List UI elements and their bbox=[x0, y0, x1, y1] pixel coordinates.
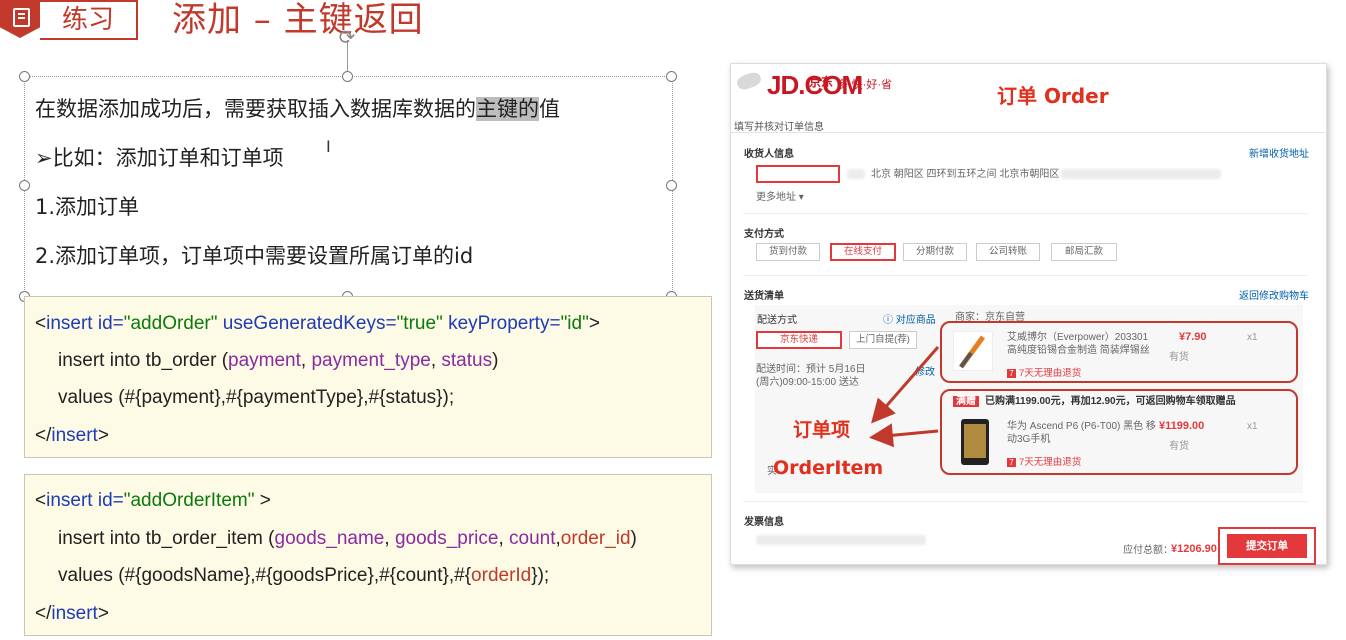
back-to-cart-link[interactable]: 返回修改购物车 bbox=[1239, 287, 1309, 302]
pay-option-installment[interactable]: 分期付款 bbox=[903, 243, 967, 261]
jd-dog-logo-icon bbox=[735, 70, 763, 92]
submit-order-button[interactable]: 提交订单 bbox=[1227, 534, 1307, 558]
item-stock-2: 有货 bbox=[1169, 441, 1189, 452]
code-block-add-order-item: <insert id="addOrderItem" > insert into … bbox=[24, 474, 712, 636]
rotate-handle-icon[interactable]: ⟳ bbox=[336, 26, 358, 48]
pay-option-online[interactable]: 在线支付 bbox=[830, 243, 896, 261]
item-qty-1: x1 bbox=[1247, 332, 1258, 343]
bullet-line-3: 1.添加订单 bbox=[35, 195, 140, 219]
return-policy-2: 7 7天无理由退货 bbox=[1007, 454, 1081, 468]
resize-handle-mr[interactable] bbox=[666, 180, 677, 191]
goods-link[interactable]: ⓘ 对应商品 bbox=[883, 311, 936, 326]
divider bbox=[743, 213, 1307, 214]
jd-page-title: 填写并核对订单信息 bbox=[734, 122, 824, 133]
total-label: 应付总额： bbox=[1123, 545, 1173, 556]
bullet-line-1-text: 在数据添加成功后，需要获取插入数据库数据的 bbox=[35, 97, 476, 121]
bullet-line-2: ➢比如：添加订单和订单项 bbox=[35, 146, 284, 170]
phone-image bbox=[955, 419, 995, 465]
highlighted-text: 主键的 bbox=[476, 97, 539, 121]
total-value: ¥1206.90 bbox=[1171, 543, 1217, 555]
blurred-address bbox=[1061, 169, 1221, 179]
code-line: <insert id="addOrderItem" > bbox=[35, 490, 271, 511]
payment-heading: 支付方式 bbox=[744, 229, 784, 240]
receiver-heading: 收货人信息 bbox=[744, 149, 794, 160]
jd-order-panel: 收货人信息 新增收货地址 北京 朝阳区 四环到五环之间 北京市朝阳区 更多地址 … bbox=[731, 132, 1325, 565]
shipping-heading: 送货清单 bbox=[744, 291, 784, 302]
code-line: insert into tb_order (payment, payment_t… bbox=[58, 350, 499, 371]
code-line: </insert> bbox=[35, 425, 109, 446]
promo-row: 满赠 已购满1199.00元，再加12.90元，可返回购物车领取赠品 bbox=[953, 395, 1236, 408]
receiver-selected[interactable] bbox=[756, 165, 840, 183]
return-icon: 7 bbox=[1007, 369, 1016, 378]
phone-icon bbox=[961, 419, 989, 465]
delivery-self-pickup[interactable]: 上门自提(荐) bbox=[849, 331, 917, 349]
jd-logo-cn: 京东 bbox=[809, 75, 834, 89]
slide-title: 添加 – 主键返回 bbox=[172, 0, 424, 40]
divider bbox=[743, 275, 1307, 276]
item-price-1: ¥7.90 bbox=[1179, 331, 1207, 343]
item-name-1: 艾威博尔（Everpower）203301 高纯度铅锡合金制造 简装焊锡丝 bbox=[1007, 332, 1150, 356]
code-line: <insert id="addOrder" useGeneratedKeys="… bbox=[35, 313, 600, 334]
resize-handle-tr[interactable] bbox=[666, 71, 677, 82]
text-cursor-icon: I bbox=[326, 137, 331, 156]
item-price-2: ¥1199.00 bbox=[1159, 420, 1205, 432]
jd-order-screenshot: JD.COM 京东 多·快·好·省 订单 Order 填写并核对订单信息 收货人… bbox=[730, 63, 1327, 565]
bullet-line-1: 在数据添加成功后，需要获取插入数据库数据的主键的值 bbox=[35, 93, 560, 123]
bullet-line-4: 2.添加订单项，订单项中需要设置所属订单的id bbox=[35, 244, 474, 268]
code-block-add-order: <insert id="addOrder" useGeneratedKeys="… bbox=[24, 296, 712, 458]
edit-delivery-link[interactable]: 修改 bbox=[915, 363, 935, 378]
code-line: values (#{goodsName},#{goodsPrice},#{cou… bbox=[58, 565, 550, 586]
item-qty-2: x1 bbox=[1247, 421, 1258, 432]
resize-handle-ml[interactable] bbox=[19, 180, 30, 191]
delivery-time: 配送时间：预计 5月16日(周六)09:00-15:00 送达 bbox=[756, 364, 866, 388]
pay-option-transfer[interactable]: 公司转账 bbox=[976, 243, 1040, 261]
divider bbox=[743, 501, 1307, 502]
order-item-anno-cn: 订单项 bbox=[793, 419, 851, 441]
pay-option-cod[interactable]: 货到付款 bbox=[756, 243, 820, 261]
section-tag: 练习 bbox=[40, 0, 138, 40]
item-name-2: 华为 Ascend P6 (P6-T00) 黑色 移动3G手机 bbox=[1007, 421, 1156, 445]
delivery-method-label: 配送方式 bbox=[757, 315, 797, 326]
resize-handle-tl[interactable] bbox=[19, 71, 30, 82]
order-item-anno-en: OrderItem bbox=[773, 457, 884, 479]
resize-handle-tm[interactable] bbox=[342, 71, 353, 82]
more-address-link[interactable]: 更多地址 ▾ bbox=[756, 191, 804, 204]
solder-wire-image bbox=[952, 330, 994, 372]
invoice-heading: 发票信息 bbox=[744, 517, 784, 528]
solder-wire-icon bbox=[952, 330, 994, 372]
pay-option-postal[interactable]: 邮局汇款 bbox=[1051, 243, 1117, 261]
jd-slogan: 多·快·好·省 bbox=[837, 79, 892, 91]
blurred-name bbox=[847, 169, 865, 179]
item-stock-1: 有货 bbox=[1169, 352, 1189, 363]
code-line: </insert> bbox=[35, 603, 109, 624]
return-icon: 7 bbox=[1007, 458, 1016, 467]
code-line: insert into tb_order_item (goods_name, g… bbox=[58, 528, 637, 549]
blurred-invoice bbox=[756, 535, 926, 545]
delivery-jd-express[interactable]: 京东快递 bbox=[756, 331, 842, 349]
code-line: values (#{payment},#{paymentType},#{stat… bbox=[58, 387, 455, 408]
bullet-line-1-end: 值 bbox=[539, 97, 560, 121]
return-policy-1: 7 7天无理由退货 bbox=[1007, 365, 1081, 379]
order-annotation: 订单 Order bbox=[997, 84, 1109, 108]
document-icon bbox=[0, 0, 40, 38]
receiver-address: 北京 朝阳区 四环到五环之间 北京市朝阳区 bbox=[871, 169, 1060, 180]
add-address-link[interactable]: 新增收货地址 bbox=[1249, 145, 1309, 160]
